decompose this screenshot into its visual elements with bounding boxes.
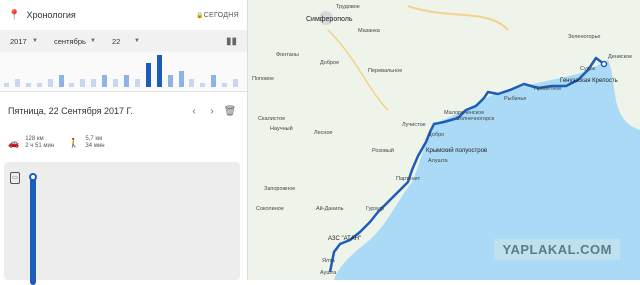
map-label: Лучистое (402, 122, 426, 128)
bar-chart-icon[interactable]: ▮▮ (226, 36, 237, 47)
activity-bar (4, 83, 9, 87)
activity-chart (0, 52, 247, 92)
drive-stat: 🚗 128 км 2 ч 51 мин (8, 136, 54, 150)
day-bar: Пятница, 22 Сентября 2017 Г. ‹ › 🗑 (0, 92, 247, 130)
car-icon: 🚗 (8, 137, 20, 148)
map-label-city: Симферополь (306, 16, 353, 23)
chevron-down-icon: ▼ (32, 38, 38, 44)
map-label: АЗС "АТАН" (328, 236, 362, 242)
walk-distance: 5,7 км (85, 136, 103, 142)
map-label: Зеленогорье (568, 34, 601, 40)
date-selector: 2017 ▼ сентябрь ▼ 22 ▼ ▮▮ (0, 30, 247, 52)
map-label: Скалистое (258, 116, 286, 122)
lock-icon: 🔒 (196, 12, 204, 19)
activity-bar (69, 83, 75, 87)
map-view[interactable]: Трудовое Симферополь Мазанка Фонтаны Доб… (248, 0, 640, 280)
activity-bar (124, 75, 129, 87)
activity-bar (91, 79, 97, 87)
map-label: Солнечногорск (456, 116, 495, 122)
map-label: Судак (580, 66, 596, 72)
timeline-panel: 📍 Хронология 🔒 СЕГОДНЯ 2017 ▼ сентябрь ▼ 2… (0, 0, 248, 285)
activity-bar (167, 75, 173, 87)
map-label: Ялта (322, 258, 335, 264)
activity-bar (145, 63, 151, 87)
map-pin-icon: 📍 (8, 9, 21, 21)
activity-bar (200, 83, 206, 87)
activity-bar (80, 79, 86, 87)
walk-stat: 🚶 5,7 км 34 мин (68, 136, 104, 150)
chevron-down-icon: ▼ (90, 38, 96, 44)
map-label: Трудовое (336, 4, 360, 10)
walk-icon: 🚶 (68, 137, 80, 148)
activity-bar (14, 79, 20, 87)
map-label: Розовый (372, 148, 394, 154)
map-label: Дениское (608, 54, 633, 60)
month-select[interactable]: сентябрь ▼ (44, 30, 102, 52)
day-date: Пятница, 22 Сентября 2017 Г. (8, 106, 133, 116)
map-label: Добро (428, 132, 445, 138)
activity-bar (156, 55, 162, 87)
app-title: Хронология (26, 10, 76, 20)
map-label: Фонтаны (276, 52, 299, 58)
prev-day-icon[interactable]: ‹ (185, 106, 203, 117)
map-label: Ай-Даниль (316, 206, 344, 212)
chevron-down-icon: ▼ (134, 38, 140, 44)
map-label: Гурзуф (366, 206, 384, 212)
day-stats: 🚗 128 км 2 ч 51 мин 🚶 5,7 км 34 мин (0, 130, 247, 156)
activity-bar (178, 71, 184, 87)
activity-bar (233, 79, 239, 87)
map-canvas[interactable] (248, 0, 640, 280)
route-start-dot (29, 173, 37, 181)
drive-duration: 2 ч 51 мин (25, 143, 55, 149)
today-button[interactable]: СЕГОДНЯ (204, 12, 239, 19)
map-label: Генуэзская Крепость (560, 78, 618, 84)
map-label: Алушта (428, 158, 448, 164)
delete-icon[interactable]: 🗑 (221, 106, 239, 117)
activity-bar (102, 75, 108, 87)
activity-bar (211, 75, 217, 87)
day-select[interactable]: 22 ▼ (102, 30, 146, 52)
map-label: Лесное (314, 130, 333, 136)
top-bar: 📍 Хронология 🔒 СЕГОДНЯ (0, 0, 247, 30)
watermark: YAPLAKAL.COM (494, 239, 620, 260)
map-label: Крымский полуостров (426, 148, 488, 154)
drive-distance: 128 км (25, 136, 44, 142)
map-label: Рыбачье (504, 96, 527, 102)
map-label: Доброе (320, 60, 340, 66)
map-label: Приветное (534, 86, 562, 92)
activity-bar (222, 83, 228, 87)
map-label: Соколиное (256, 206, 284, 212)
activity-bar (36, 83, 42, 87)
activity-bar (113, 79, 119, 87)
walk-duration: 34 мин (85, 143, 105, 149)
map-label: Мазанка (358, 28, 380, 34)
next-day-icon[interactable]: › (203, 106, 221, 117)
bus-icon: ▭ (10, 172, 20, 184)
map-label: Поповое (252, 76, 275, 82)
route-end-marker (600, 60, 608, 68)
map-label: Партенит (396, 176, 421, 182)
activity-bar (189, 79, 195, 87)
map-label: Аушта (320, 270, 337, 276)
map-label: Научный (270, 126, 293, 132)
timeline-card[interactable]: ▭ (4, 162, 240, 285)
activity-bar (134, 79, 140, 87)
year-select[interactable]: 2017 ▼ (0, 30, 44, 52)
activity-bar (58, 75, 64, 87)
map-label: Перевальное (368, 68, 403, 74)
activity-bar (47, 79, 53, 87)
route-track (30, 175, 36, 285)
map-label: Запорожное (264, 186, 296, 192)
activity-bar (25, 83, 31, 87)
